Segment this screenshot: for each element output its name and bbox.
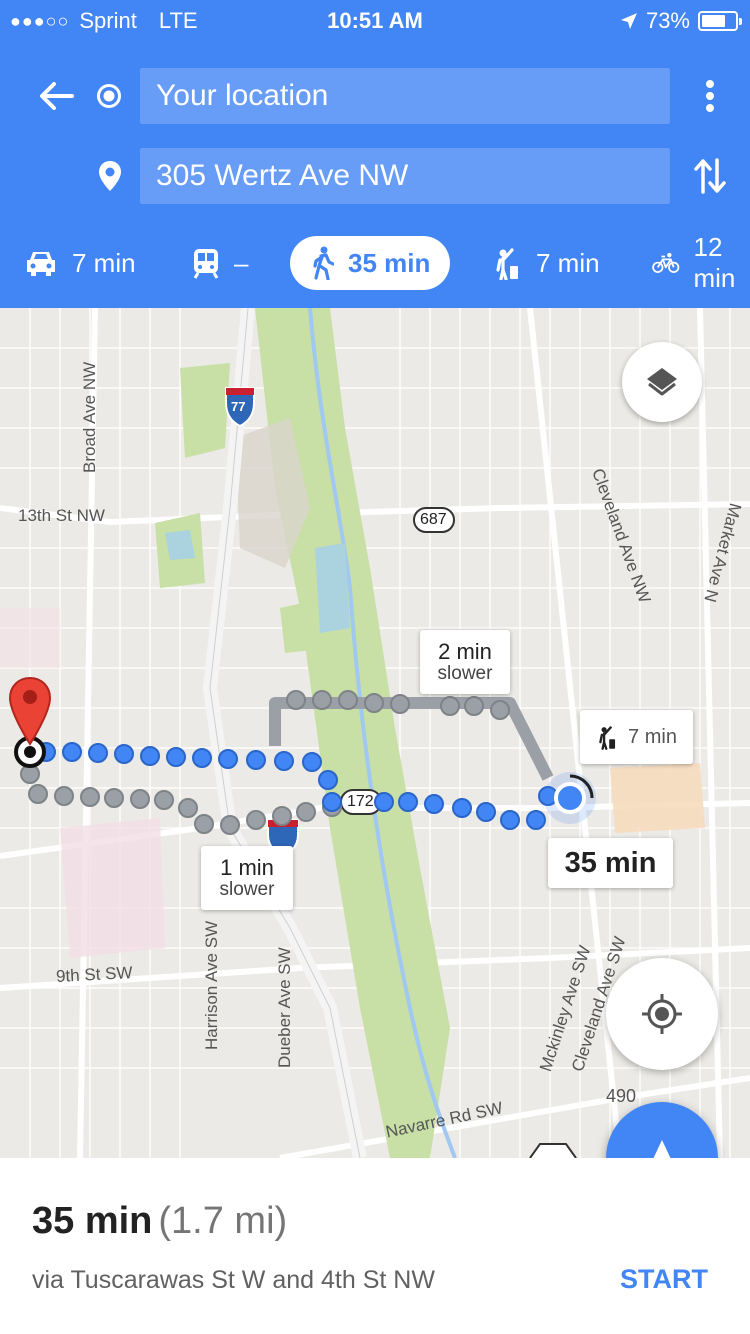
transit-icon [193,249,219,279]
route-summary-sheet[interactable]: 35 min (1.7 mi) via Tuscarawas St W and 4… [0,1158,750,1334]
my-location-button[interactable] [606,958,718,1070]
alt-route-note: slower [219,879,275,900]
walk-icon [313,246,334,280]
tab-driving[interactable]: 7 min [24,236,136,290]
alt-route-time: 2 min [438,639,492,664]
origin-dot-icon [97,84,121,108]
transit-time: – [234,247,249,278]
battery-percent: 73% [645,8,690,33]
destination-marker-icon[interactable] [8,676,52,746]
shield-490: 490 [606,1086,637,1106]
tab-transit[interactable]: – [192,236,248,290]
crosshair-icon [642,994,682,1034]
route-map[interactable]: 77 687 172 490 Broad Ave NW 13th St NW C… [0,308,750,1158]
bicycling-time: 12 min [693,232,736,293]
alt-route-callout-slow2[interactable]: 2 min slower [420,630,510,694]
layers-button[interactable] [622,342,702,422]
swap-directions-icon[interactable] [692,156,728,196]
start-button[interactable]: START [620,1264,708,1295]
street-dueber-ave: Dueber Ave SW [275,947,294,1068]
street-13th-st: 13th St NW [18,506,105,525]
directions-header: ●●●○○ Sprint LTE 10:51 AM 73% Your locat… [0,0,750,308]
back-arrow-icon[interactable] [36,76,76,116]
route-time-callout[interactable]: 35 min [548,838,673,888]
alt-route-note: slower [437,663,493,684]
origin-input[interactable]: Your location [140,68,670,124]
walking-time: 35 min [348,247,431,278]
destination-pin-icon [99,161,121,191]
tab-walking[interactable]: 35 min [290,236,451,290]
street-9th-st: 9th St SW [55,963,133,986]
ride-time: 7 min [536,247,600,278]
alt-route-callout-slow1[interactable]: 1 min slower [201,846,293,910]
street-harrison-ave: Harrison Ave SW [202,920,221,1050]
shield-687: 687 [420,511,447,528]
ride-icon [599,726,616,750]
status-bar: ●●●○○ Sprint LTE 10:51 AM 73% [0,0,750,40]
bike-icon [652,252,680,273]
route-distance: (1.7 mi) [158,1200,288,1242]
shield-i77: 77 [231,399,246,414]
ride-callout[interactable]: 7 min [580,710,693,764]
tab-ride[interactable]: 7 min [492,236,600,290]
street-broad-ave: Broad Ave NW [80,361,99,473]
location-arrow-icon [620,13,637,29]
car-icon [27,252,55,276]
tab-bicycling[interactable]: 12 min [652,232,750,293]
layers-icon [647,368,677,396]
battery-icon [698,11,742,31]
ride-callout-time: 7 min [628,725,677,748]
shield-172: 172 [347,793,374,810]
route-duration: 35 min [32,1200,153,1242]
navigation-arrow-icon [653,1140,671,1158]
more-options-icon[interactable] [696,76,724,116]
alt-route-time: 1 min [220,855,274,880]
route-via: via Tuscarawas St W and 4th St NW [32,1266,435,1294]
travel-mode-tabs: 7 min – 35 min 7 min 12 min [0,230,750,300]
driving-time: 7 min [72,247,136,278]
route-summary: 35 min (1.7 mi) [32,1200,287,1243]
destination-input[interactable]: 305 Wertz Ave NW [140,148,670,204]
ride-icon [496,248,518,280]
